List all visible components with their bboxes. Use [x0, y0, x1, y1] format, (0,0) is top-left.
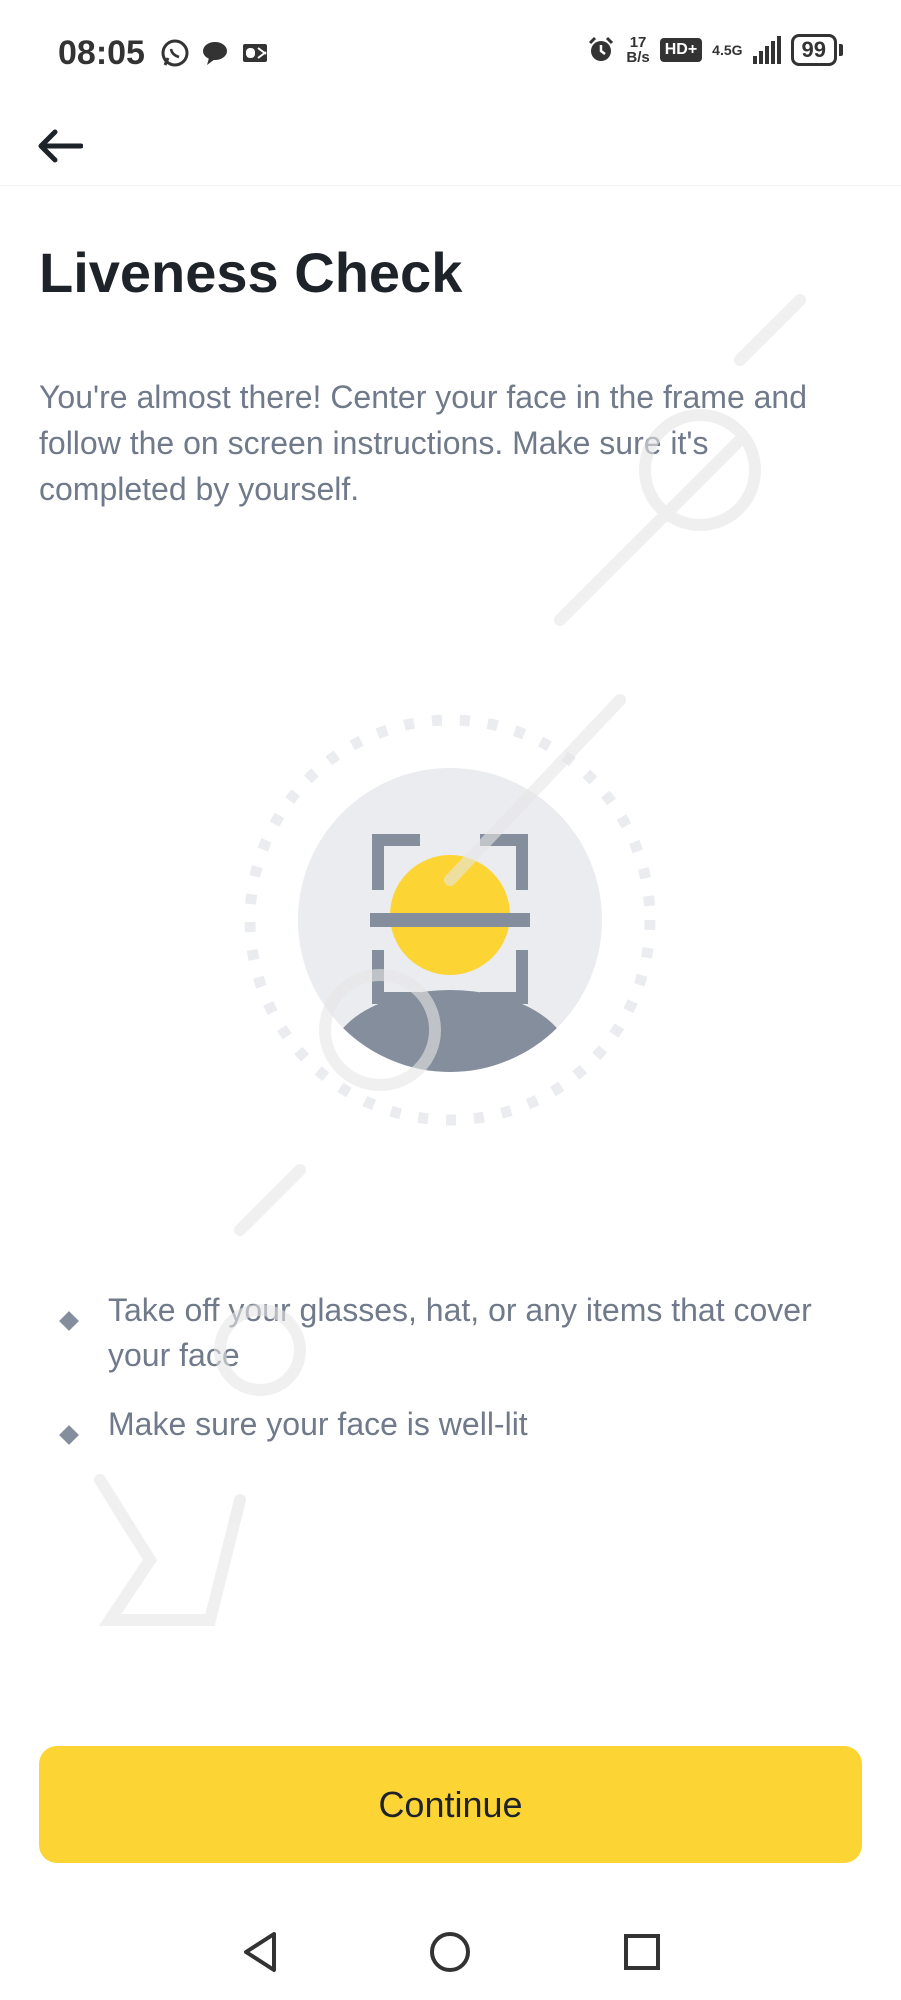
nav-home-button[interactable]: [420, 1922, 480, 1982]
page-description: You're almost there! Center your face in…: [39, 379, 808, 507]
scan-line: [370, 913, 530, 927]
status-time: 08:05: [58, 34, 145, 72]
recents-square-icon: [624, 1934, 660, 1970]
battery-level: 99: [790, 34, 837, 66]
system-nav-bar: [0, 1910, 901, 2000]
continue-button[interactable]: Continue: [39, 1746, 862, 1863]
network-speed-unit: B/s: [626, 49, 650, 66]
network-speed: 17 B/s: [626, 35, 649, 65]
diamond-bullet-icon: [59, 1425, 79, 1445]
shoulders-shape: [330, 990, 570, 1072]
instructions-list: Take off your glasses, hat, or any items…: [56, 1288, 856, 1471]
back-button[interactable]: [30, 116, 90, 176]
signal-icon: [752, 36, 781, 64]
list-item: Take off your glasses, hat, or any items…: [56, 1288, 856, 1378]
chat-bubble-icon: [203, 42, 227, 65]
page-title: Liveness Check: [39, 241, 463, 304]
arrow-left-icon: [38, 129, 83, 163]
hd-badge: HD+: [659, 38, 703, 62]
system-status-icons: 17 B/s HD+ 4.5G 99: [586, 34, 843, 66]
battery-icon: 99: [790, 34, 843, 66]
face-scan-icon: [244, 714, 656, 1126]
home-circle-icon: [430, 1932, 470, 1972]
notification-icons: [160, 38, 270, 68]
list-item: Make sure your face is well-lit: [56, 1402, 856, 1447]
whatsapp-icon: [161, 39, 189, 67]
network-speed-value: 17: [629, 34, 647, 51]
tip-text: Make sure your face is well-lit: [108, 1406, 528, 1442]
alarm-icon: [589, 36, 614, 61]
network-type: 4.5G: [712, 42, 743, 58]
tip-text: Take off your glasses, hat, or any items…: [108, 1292, 812, 1373]
outlook-icon: [243, 44, 267, 62]
diamond-bullet-icon: [59, 1311, 79, 1331]
app-header: [0, 110, 901, 186]
status-bar: 08:05 17 B/s HD+ 4.5G 99: [0, 0, 901, 110]
nav-recents-button[interactable]: [612, 1922, 672, 1982]
nav-back-button[interactable]: [230, 1922, 290, 1982]
back-triangle-icon: [244, 1932, 276, 1972]
